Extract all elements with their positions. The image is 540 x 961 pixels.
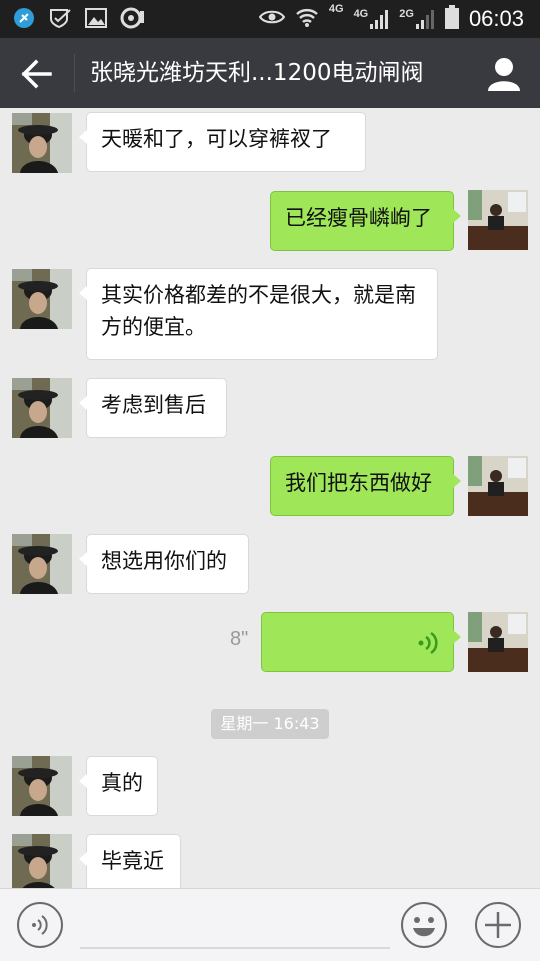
message-bubble[interactable]: 考虑到售后: [79, 378, 227, 438]
contact-avatar[interactable]: [12, 834, 72, 888]
message-bubble[interactable]: 已经瘦骨嶙峋了: [270, 191, 461, 251]
message-text: 考虑到售后: [101, 393, 206, 417]
message-list[interactable]: 天暖和了，可以穿裤衩了 已经瘦骨嶙峋了 其实价格都差的不是很大，就是南方的便宜。…: [0, 108, 540, 888]
signal-4g-bars-icon: 4G: [354, 8, 390, 30]
more-options-button[interactable]: [474, 901, 522, 949]
signal-4g-icon: 4G: [329, 3, 344, 25]
time-divider: 星期一 16:43: [211, 709, 329, 739]
message-bubble[interactable]: 天暖和了，可以穿裤衩了: [79, 112, 366, 172]
network-label: 2G: [399, 8, 414, 20]
message-text: 其实价格都差的不是很大，就是南方的便宜。: [101, 283, 416, 339]
voice-duration: 8": [230, 628, 249, 650]
network-label: 4G: [353, 8, 369, 20]
voice-input-button[interactable]: [16, 901, 64, 949]
contact-avatar[interactable]: [12, 113, 72, 173]
network-label: 4G: [328, 3, 344, 15]
message-text: 天暖和了，可以穿裤衩了: [101, 127, 332, 151]
app-notification-icon: [12, 6, 36, 30]
message-input[interactable]: [80, 947, 390, 949]
image-icon: [84, 6, 108, 30]
message-bubble[interactable]: 其实价格都差的不是很大，就是南方的便宜。: [79, 268, 438, 360]
chat-title: 张晓光潍坊天利...1200电动闸阀: [90, 60, 424, 86]
back-arrow-icon[interactable]: [20, 58, 54, 90]
battery-icon: [444, 5, 459, 33]
input-bar: [0, 888, 540, 961]
clock: 06:03: [468, 6, 524, 31]
voice-message-bubble[interactable]: [261, 612, 461, 672]
message-text: 已经瘦骨嶙峋了: [285, 206, 432, 230]
message-text: 我们把东西做好: [285, 471, 432, 495]
eye-icon: [258, 9, 286, 29]
message-bubble[interactable]: 想选用你们的: [79, 534, 249, 594]
shield-check-icon: [48, 6, 72, 30]
contact-avatar[interactable]: [12, 756, 72, 816]
media-icon: [120, 6, 144, 30]
wifi-icon: [295, 6, 319, 32]
emoji-button[interactable]: [400, 901, 448, 949]
message-bubble[interactable]: 真的: [79, 756, 158, 816]
contact-info-icon[interactable]: [486, 56, 522, 92]
my-avatar[interactable]: [468, 612, 528, 672]
my-avatar[interactable]: [468, 456, 528, 516]
contact-avatar[interactable]: [12, 534, 72, 594]
contact-avatar[interactable]: [12, 378, 72, 438]
message-bubble[interactable]: 我们把东西做好: [270, 456, 461, 516]
message-bubble[interactable]: 毕竟近: [79, 834, 181, 888]
message-text: 真的: [101, 771, 143, 795]
message-text: 想选用你们的: [101, 549, 227, 573]
contact-avatar[interactable]: [12, 269, 72, 329]
voice-wave-icon: [417, 630, 439, 665]
header-divider: [74, 54, 75, 92]
chat-header: 张晓光潍坊天利...1200电动闸阀: [0, 38, 540, 108]
status-bar: 4G 4G 2G 06:03: [0, 0, 540, 38]
message-text: 毕竟近: [101, 849, 164, 873]
my-avatar[interactable]: [468, 190, 528, 250]
signal-2g-bars-icon: 2G: [399, 8, 435, 30]
